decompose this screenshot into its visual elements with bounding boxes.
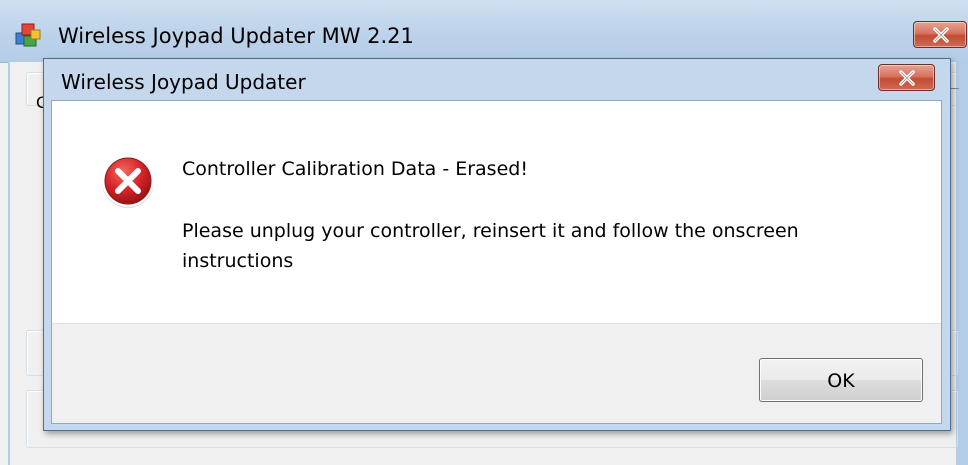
message-main-text: Controller Calibration Data - Erased! — [182, 158, 528, 180]
ok-button[interactable]: OK — [759, 358, 923, 402]
dialog-content: Controller Calibration Data - Erased! Pl… — [51, 100, 942, 424]
parent-close-button[interactable] — [913, 21, 967, 48]
dialog-title: Wireless Joypad Updater — [61, 70, 306, 94]
message-detail-text: Please unplug your controller, reinsert … — [182, 220, 799, 272]
error-icon — [99, 152, 157, 210]
dialog-button-area: OK — [52, 323, 941, 423]
parent-divider-tick — [951, 88, 959, 89]
parent-title-bar[interactable]: Wireless Joypad Updater MW 2.21 — [0, 0, 968, 63]
app-installer-icon — [14, 21, 42, 49]
close-icon — [933, 27, 949, 43]
message-box-dialog: Wireless Joypad Updater Controller Calib… — [43, 58, 951, 431]
close-icon — [899, 70, 915, 86]
parent-window-title: Wireless Joypad Updater MW 2.21 — [58, 24, 414, 48]
dialog-close-button[interactable] — [878, 64, 935, 91]
